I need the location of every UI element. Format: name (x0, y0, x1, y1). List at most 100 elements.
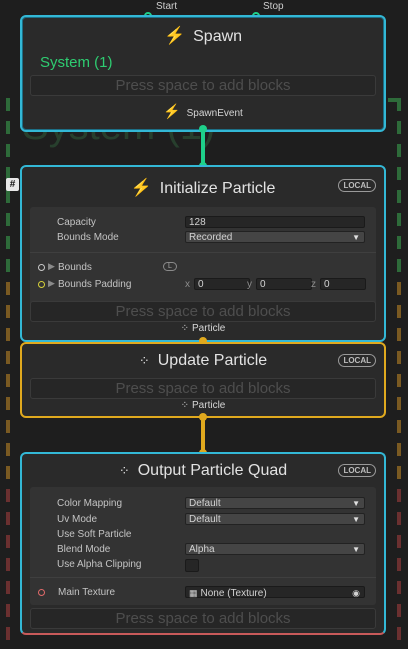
system-border-dash (6, 121, 10, 134)
init-flow-output: ⁘ Particle (22, 323, 384, 334)
blend-mode-value: Alpha (189, 544, 215, 555)
dropdown-arrow-icon: ▼ (352, 545, 360, 554)
main-texture-value: None (Texture) (200, 588, 267, 599)
color-mapping-select[interactable]: Default ▼ (185, 497, 365, 509)
system-border-dash (397, 512, 401, 525)
axis-z-label: z (311, 279, 316, 290)
output-title-text: Output Particle Quad (137, 462, 288, 479)
system-border-dash (388, 98, 401, 102)
system-border-dash (397, 121, 401, 134)
bounds-mode-select[interactable]: Recorded ▼ (185, 231, 365, 243)
system-border-dash (397, 282, 401, 295)
divider (30, 252, 376, 253)
system-name-label[interactable]: System (1) (40, 54, 113, 71)
bounds-padding-label: Bounds Padding (58, 279, 132, 290)
stop-port-label: Stop (263, 1, 284, 12)
system-border-dash (6, 558, 10, 571)
main-texture-port[interactable] (38, 589, 45, 596)
spawn-event-label: SpawnEvent (186, 108, 243, 119)
update-context[interactable]: ⁘ Update Particle LOCAL Press space to ad… (20, 342, 386, 418)
update-drop-zone[interactable]: Press space to add blocks (30, 378, 376, 399)
alpha-clipping-checkbox[interactable] (185, 559, 199, 572)
system-border-dash (397, 190, 401, 203)
system-border-dash (6, 512, 10, 525)
system-border-dash (6, 535, 10, 548)
system-border-dash (6, 305, 10, 318)
particle-icon: ⁘ (180, 400, 190, 411)
alpha-clipping-label: Use Alpha Clipping (57, 559, 142, 570)
particle-icon: ⁘ (138, 353, 150, 368)
divider (30, 577, 376, 578)
initialize-context[interactable]: ⚡ Initialize Particle LOCAL Capacity 128 … (20, 165, 386, 342)
dropdown-arrow-icon: ▼ (352, 233, 360, 242)
system-border-dash (397, 328, 401, 341)
system-border-dash (397, 627, 401, 640)
blend-mode-select[interactable]: Alpha ▼ (185, 543, 365, 555)
space-badge[interactable]: LOCAL (338, 464, 376, 477)
start-port-label: Start (156, 1, 178, 12)
space-badge[interactable]: LOCAL (338, 354, 376, 367)
lightning-icon: ⚡ (163, 103, 181, 119)
system-border-dash (397, 213, 401, 226)
capacity-field[interactable]: 128 (185, 216, 365, 228)
spawn-context[interactable]: ⚡ Spawn System (1) Press space to add blo… (20, 15, 386, 132)
system-border-dash (397, 236, 401, 249)
bounds-mode-label: Bounds Mode (57, 232, 119, 243)
padding-z-field[interactable]: 0 (320, 278, 366, 290)
system-border-dash (397, 558, 401, 571)
init-drop-zone[interactable]: Press space to add blocks (30, 301, 376, 322)
spawn-title-text: Spawn (193, 28, 243, 45)
object-picker-icon[interactable]: ◉ (352, 587, 360, 599)
system-border-dash (397, 581, 401, 594)
padding-x-field[interactable]: 0 (194, 278, 250, 290)
color-mapping-label: Color Mapping (57, 498, 123, 509)
uv-mode-select[interactable]: Default ▼ (185, 513, 365, 525)
main-texture-label: Main Texture (58, 587, 116, 598)
output-settings-block: Color Mapping Default ▼ Uv Mode Default … (30, 487, 376, 605)
system-border-dash (6, 489, 10, 502)
lightning-icon: ⚡ (163, 26, 186, 45)
system-border-dash (397, 420, 401, 433)
update-title: ⁘ Update Particle (22, 352, 384, 370)
hash-icon[interactable]: # (6, 178, 19, 191)
system-border-dash (6, 236, 10, 249)
bounds-label: Bounds (58, 262, 92, 273)
update-title-text: Update Particle (157, 352, 268, 369)
bounds-padding-port[interactable] (38, 281, 45, 288)
system-border-dash (397, 259, 401, 272)
update-flow-out-label: Particle (192, 400, 226, 411)
foldout-arrow-icon[interactable]: ▶ (48, 261, 55, 272)
capacity-label: Capacity (57, 217, 96, 228)
output-title: ⁘ Output Particle Quad (22, 462, 384, 480)
main-texture-field[interactable]: ▦ None (Texture) ◉ (185, 586, 365, 599)
blend-mode-label: Blend Mode (57, 544, 111, 555)
system-border-dash (6, 351, 10, 364)
bounds-mode-value: Recorded (189, 232, 233, 243)
system-border-dash (6, 190, 10, 203)
system-border-dash (397, 374, 401, 387)
texture-icon: ▦ (189, 588, 198, 598)
padding-y-field[interactable]: 0 (256, 278, 312, 290)
particle-icon: ⁘ (180, 323, 190, 334)
foldout-arrow-icon[interactable]: ▶ (48, 278, 55, 289)
system-border-dash (6, 259, 10, 272)
system-border-dash (6, 282, 10, 295)
spawn-title: ⚡ Spawn (22, 26, 384, 46)
system-border-dash (6, 443, 10, 456)
lightning-icon: ⚡ (130, 178, 152, 197)
init-flow-out-label: Particle (192, 323, 226, 334)
system-border-dash (397, 167, 401, 180)
dropdown-arrow-icon: ▼ (352, 499, 360, 508)
output-context[interactable]: ⁘ Output Particle Quad LOCAL Color Mappin… (20, 452, 386, 635)
init-settings-block: Capacity 128 Bounds Mode Recorded ▼ ▶ Bo… (30, 207, 376, 307)
color-mapping-value: Default (189, 498, 221, 509)
system-border-dash (397, 489, 401, 502)
spawn-drop-zone[interactable]: Press space to add blocks (30, 75, 376, 96)
system-border-dash (6, 328, 10, 341)
system-border-dash (397, 351, 401, 364)
output-drop-zone[interactable]: Press space to add blocks (30, 608, 376, 629)
space-badge[interactable]: LOCAL (338, 179, 376, 192)
bounds-port[interactable] (38, 264, 45, 271)
space-toggle[interactable]: L (163, 262, 177, 271)
system-border-dash (397, 144, 401, 157)
